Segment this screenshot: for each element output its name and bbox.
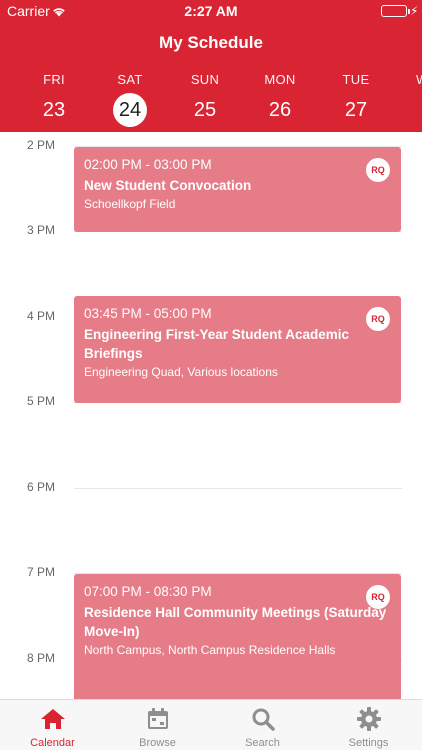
day-tue[interactable]: TUE 27	[326, 72, 386, 127]
day-number: 23	[42, 99, 66, 121]
rq-badge: RQ	[366, 585, 390, 609]
tab-calendar[interactable]: Calendar	[0, 700, 105, 750]
hour-label: 2 PM	[27, 138, 56, 152]
day-number: 27	[344, 99, 368, 121]
tab-label: Search	[245, 737, 280, 749]
event-time: 02:00 PM - 03:00 PM	[84, 157, 212, 172]
hour-row: 6 PM	[0, 480, 422, 494]
hour-label: 8 PM	[27, 651, 56, 665]
hour-label: 3 PM	[27, 223, 56, 237]
schedule-timeline[interactable]: 2 PM 3 PM 4 PM 5 PM 6 PM 7 PM 8 PM 02:00…	[0, 132, 422, 699]
rq-badge: RQ	[366, 307, 390, 331]
day-number: 25	[193, 99, 217, 121]
status-time: 2:27 AM	[184, 3, 238, 19]
tab-label: Calendar	[30, 737, 75, 749]
hour-label: 6 PM	[27, 480, 56, 494]
hour-label: 5 PM	[27, 394, 56, 408]
status-bar: Carrier 2:27 AM ⚡	[0, 0, 422, 22]
event-title: Engineering First-Year Student Academic …	[84, 327, 350, 361]
day-number: 26	[268, 99, 292, 121]
page-title: My Schedule	[159, 33, 263, 52]
tab-settings[interactable]: Settings	[316, 700, 421, 750]
event-location: Schoellkopf Field	[84, 197, 176, 211]
day-name: SAT	[117, 72, 143, 87]
day-name: TUE	[342, 72, 370, 87]
event-title: New Student Convocation	[84, 178, 252, 193]
day-fri[interactable]: FRI 23	[24, 72, 84, 127]
event-title: Residence Hall Community Meetings (Satur…	[84, 605, 387, 639]
day-number-selected: 24	[113, 93, 147, 127]
event-card[interactable]: 07:00 PM - 08:30 PM Residence Hall Commu…	[74, 574, 401, 699]
day-name: W	[416, 72, 422, 87]
charging-icon: ⚡	[410, 4, 419, 18]
search-icon	[250, 706, 276, 732]
rq-badge: RQ	[366, 158, 390, 182]
day-name: FRI	[43, 72, 65, 87]
gear-icon	[356, 706, 382, 732]
hour-label: 7 PM	[27, 565, 56, 579]
day-wed[interactable]: W	[392, 72, 422, 87]
tab-label: Settings	[348, 737, 389, 749]
tab-search[interactable]: Search	[210, 700, 315, 750]
day-sat[interactable]: SAT 24	[100, 72, 160, 127]
calendar-icon	[145, 706, 171, 732]
header: Carrier 2:27 AM ⚡ My Schedule FRI 23 SAT…	[0, 0, 422, 132]
event-time: 03:45 PM - 05:00 PM	[84, 306, 212, 321]
event-card[interactable]: 03:45 PM - 05:00 PM Engineering First-Ye…	[74, 296, 401, 403]
day-name: MON	[264, 72, 296, 87]
tab-bar: Calendar Browse Search Settings	[0, 699, 422, 750]
tab-browse[interactable]: Browse	[105, 700, 210, 750]
hour-divider	[74, 488, 402, 489]
event-time: 07:00 PM - 08:30 PM	[84, 584, 212, 599]
tab-label: Browse	[139, 737, 176, 749]
event-card[interactable]: 02:00 PM - 03:00 PM New Student Convocat…	[74, 147, 401, 232]
event-location: North Campus, North Campus Residence Hal…	[84, 643, 336, 657]
battery-icon	[381, 5, 410, 17]
home-icon	[40, 706, 66, 732]
day-selector: FRI 23 SAT 24 SUN 25 MON 26 TUE 27 W	[0, 72, 422, 128]
day-mon[interactable]: MON 26	[250, 72, 310, 127]
day-sun[interactable]: SUN 25	[175, 72, 235, 127]
day-name: SUN	[190, 72, 220, 87]
hour-label: 4 PM	[27, 309, 56, 323]
event-location: Engineering Quad, Various locations	[84, 365, 278, 379]
